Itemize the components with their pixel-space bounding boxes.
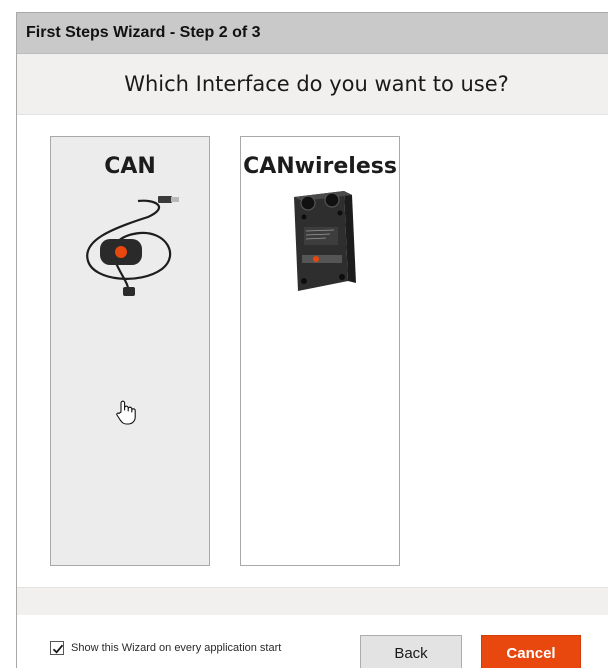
cancel-button[interactable]: Cancel <box>481 635 581 668</box>
hand-cursor-icon <box>115 399 137 429</box>
question-heading: Which Interface do you want to use? <box>17 54 608 115</box>
checkmark-icon <box>52 644 64 654</box>
interface-options: CAN CANwireless <box>17 115 608 587</box>
show-wizard-checkbox[interactable]: Show this Wizard on every application st… <box>50 641 281 655</box>
card-title-can: CAN <box>104 154 156 179</box>
canwireless-interface-card[interactable]: CANwireless <box>240 136 400 566</box>
back-button[interactable]: Back <box>360 635 462 668</box>
wizard-footer: Show this Wizard on every application st… <box>17 615 608 668</box>
card-title-canwireless: CANwireless <box>243 154 397 179</box>
window-title: First Steps Wizard - Step 2 of 3 <box>17 13 608 54</box>
footer-band <box>17 587 608 616</box>
show-wizard-label: Show this Wizard on every application st… <box>71 642 282 654</box>
checkbox-box[interactable] <box>50 641 64 655</box>
wireless-module-icon <box>241 189 399 299</box>
usb-can-cable-icon <box>51 189 209 299</box>
wizard-window: First Steps Wizard - Step 2 of 3 Which I… <box>16 12 608 668</box>
can-interface-card[interactable]: CAN <box>50 136 210 566</box>
